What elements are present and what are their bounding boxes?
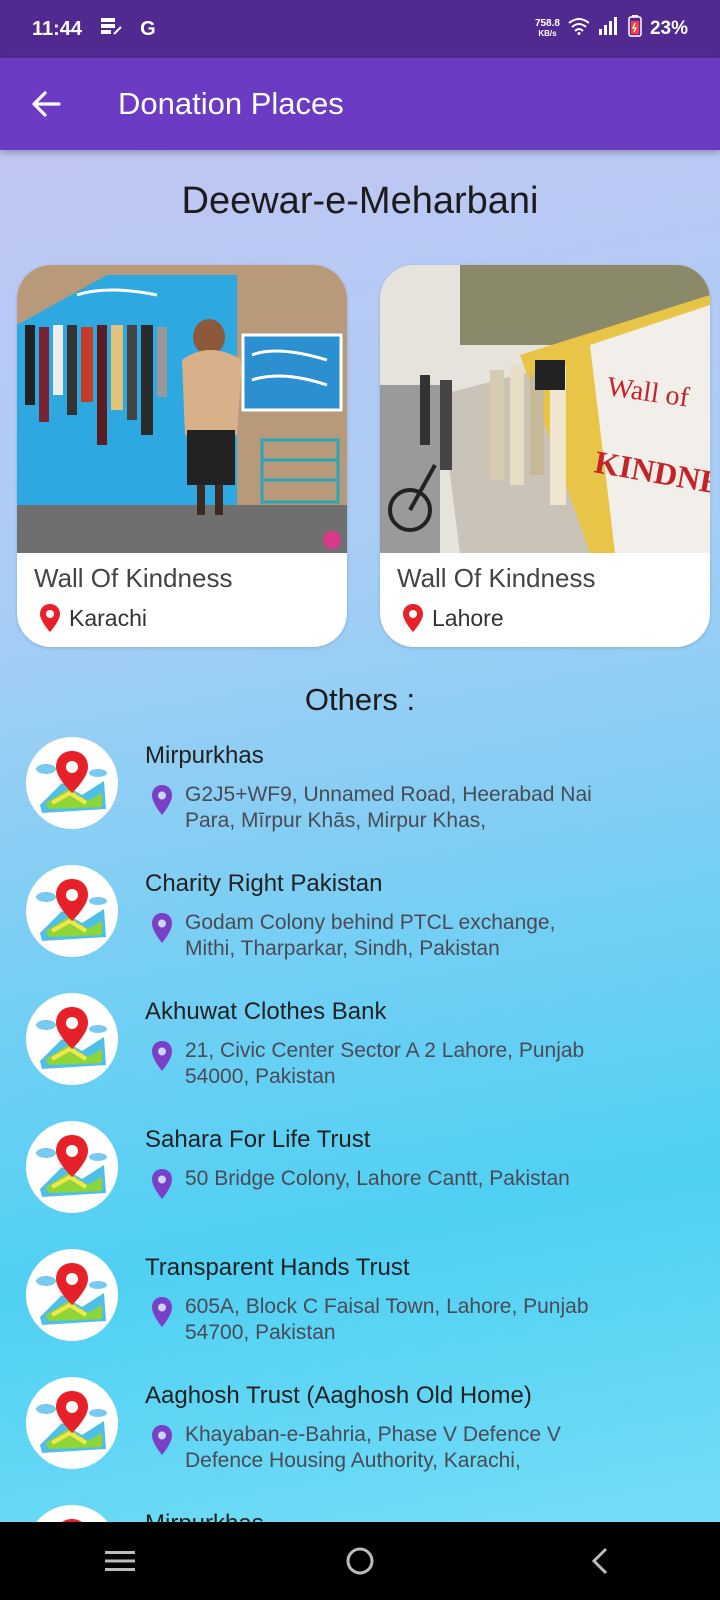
map-pin-icon [26, 1505, 118, 1522]
place-address: 50 Bridge Colony, Lahore Cantt, Pakistan [185, 1167, 570, 1190]
wifi-icon [568, 17, 590, 41]
net-speed: 758.8 KB/s [534, 18, 560, 39]
address-pin-icon [152, 785, 172, 815]
arrow-left-icon [32, 91, 61, 117]
place-name: Sahara For Life Trust [145, 1126, 371, 1153]
chevron-left-icon [591, 1547, 608, 1575]
place-name: Charity Right Pakistan [145, 870, 383, 897]
list-item[interactable]: Sahara For Life Trust 50 Bridge Colony, … [0, 1116, 720, 1244]
address-pin-icon [152, 1425, 172, 1455]
address-pin-icon [152, 1297, 172, 1327]
list-item[interactable]: Transparent Hands Trust 605A, Block C Fa… [0, 1244, 720, 1372]
place-address: 605A, Block C Faisal Town, Lahore, Punja… [185, 1295, 589, 1344]
list-item[interactable]: Aaghosh Trust (Aaghosh Old Home) Khayaba… [0, 1372, 720, 1500]
recents-button[interactable] [90, 1531, 150, 1591]
menu-lines-icon [105, 1551, 135, 1571]
place-name: Transparent Hands Trust [145, 1254, 410, 1281]
place-address: 21, Civic Center Sector A 2 Lahore, Punj… [185, 1039, 585, 1088]
address-pin-icon [152, 1169, 172, 1199]
address-pin-icon [152, 913, 172, 943]
status-bar: 11:44 G 758.8 KB/s 23% [0, 0, 720, 58]
home-circle-icon [346, 1547, 374, 1575]
section-title: Deewar-e-Meharbani [181, 180, 539, 222]
card-location-label: Karachi [69, 604, 147, 631]
place-name: Aaghosh Trust (Aaghosh Old Home) [145, 1382, 532, 1409]
others-title: Others : [304, 682, 416, 717]
location-pin-icon [40, 604, 60, 632]
list-item[interactable]: Mirpurkhas G2J5+WF9, Unnamed Road, Heera… [0, 732, 720, 860]
battery-icon [628, 15, 642, 43]
list-item[interactable]: Charity Right Pakistan Godam Colony behi… [0, 860, 720, 988]
card-location: Karachi [39, 603, 147, 633]
map-pin-icon [26, 1249, 118, 1341]
battery-percent: 23% [649, 18, 688, 39]
map-pin-icon [26, 737, 118, 829]
place-address: Khayaban-e-Bahria, Phase V Defence V Def… [185, 1423, 561, 1472]
featured-card-karachi[interactable]: Wall Of Kindness Karachi [17, 265, 347, 647]
status-time: 11:44 [32, 17, 83, 40]
map-pin-icon [26, 1121, 118, 1213]
place-name: Akhuwat Clothes Bank [145, 998, 387, 1025]
card-title: Wall Of Kindness [397, 563, 596, 593]
back-button[interactable] [0, 58, 92, 150]
card-title: Wall Of Kindness [34, 563, 233, 593]
places-list[interactable]: Mirpurkhas G2J5+WF9, Unnamed Road, Heera… [0, 732, 720, 1522]
list-item[interactable]: Akhuwat Clothes Bank 21, Civic Center Se… [0, 988, 720, 1116]
card-location: Lahore [402, 603, 504, 633]
system-nav-bar [0, 1522, 720, 1600]
card-location-label: Lahore [432, 604, 504, 631]
featured-card-lahore[interactable]: Wall of KINDNESS Wall Of Kindness Lahore [380, 265, 710, 647]
map-pin-icon [26, 1377, 118, 1469]
place-address: G2J5+WF9, Unnamed Road, Heerabad Nai Par… [185, 783, 592, 832]
signal-icon [598, 16, 620, 42]
map-pin-icon [26, 993, 118, 1085]
location-pin-icon [403, 604, 423, 632]
list-item[interactable]: Mirpurkhas [0, 1500, 720, 1522]
carrier-g-icon: G [140, 17, 156, 40]
storage-icon [100, 16, 122, 42]
place-name: Mirpurkhas [145, 742, 264, 769]
place-name: Mirpurkhas [145, 1510, 264, 1522]
app-bar: Donation Places [0, 58, 720, 150]
wall-photo-image: Wall of KINDNESS [380, 265, 710, 553]
map-pin-icon [26, 865, 118, 957]
system-back-button[interactable] [570, 1531, 630, 1591]
home-button[interactable] [330, 1531, 390, 1591]
place-address: Godam Colony behind PTCL exchange, Mithi… [185, 911, 556, 960]
address-pin-icon [152, 1041, 172, 1071]
page-title: Donation Places [118, 86, 344, 121]
wall-photo-image [17, 265, 347, 553]
